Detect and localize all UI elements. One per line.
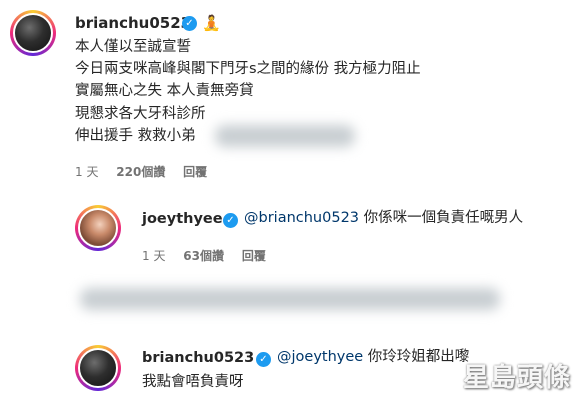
comment-line-5: 伸出援手 救救小弟	[75, 128, 196, 144]
reply-text: @brianchu0523 你係咪一個負責任嘅男人	[244, 208, 523, 229]
comment-line-1: 本人僅以至誠宣誓	[75, 39, 191, 55]
comment-line-2: 今日兩支咪高峰與閣下門牙s之間的緣份 我方極力阻止	[75, 61, 421, 77]
reply2-text-content: 你玲玲姐都出嚟	[363, 349, 470, 365]
comment-meta: 1 天 220個讚 回覆	[75, 163, 221, 180]
comment-likes[interactable]: 220個讚	[116, 165, 165, 179]
avatar-brianchu-reply[interactable]	[75, 345, 121, 391]
reply2-text: @joeythyee 你玲玲姐都出嚟	[277, 347, 469, 368]
mention-link[interactable]: @brianchu0523	[244, 210, 359, 226]
username-joeythyee[interactable]: joeythyee	[142, 211, 223, 227]
comment-line-4: 現懇求各大牙科診所	[75, 106, 206, 122]
blurred-text	[215, 125, 355, 147]
avatar-joeythyee[interactable]	[75, 205, 121, 251]
username-brianchu[interactable]: brianchu0523	[75, 14, 191, 32]
verified-check-icon: ✓	[182, 16, 197, 31]
comment-line-3: 實屬無心之失 本人責無旁貸	[75, 83, 254, 99]
comment-time: 1 天	[75, 165, 99, 179]
avatar-brianchu[interactable]	[10, 10, 56, 56]
username-brianchu-reply[interactable]: brianchu0523	[142, 350, 254, 366]
verified-check-icon: ✓	[223, 213, 238, 228]
blurred-comment	[80, 288, 500, 310]
publisher-watermark: 星島頭條	[462, 363, 571, 393]
mention-link[interactable]: @joeythyee	[277, 349, 363, 365]
reply-likes[interactable]: 63個讚	[183, 249, 224, 263]
reply2-line-2: 我點會唔負責呀	[142, 374, 244, 390]
reply-button[interactable]: 回覆	[242, 249, 266, 263]
reply-meta: 1 天 63個讚 回覆	[142, 247, 280, 264]
meditating-person-emoji: 🧘	[202, 14, 221, 32]
reply-text-content: 你係咪一個負責任嘅男人	[359, 210, 524, 226]
verified-check-icon: ✓	[256, 352, 271, 367]
reply-time: 1 天	[142, 249, 166, 263]
reply-button[interactable]: 回覆	[183, 165, 207, 179]
